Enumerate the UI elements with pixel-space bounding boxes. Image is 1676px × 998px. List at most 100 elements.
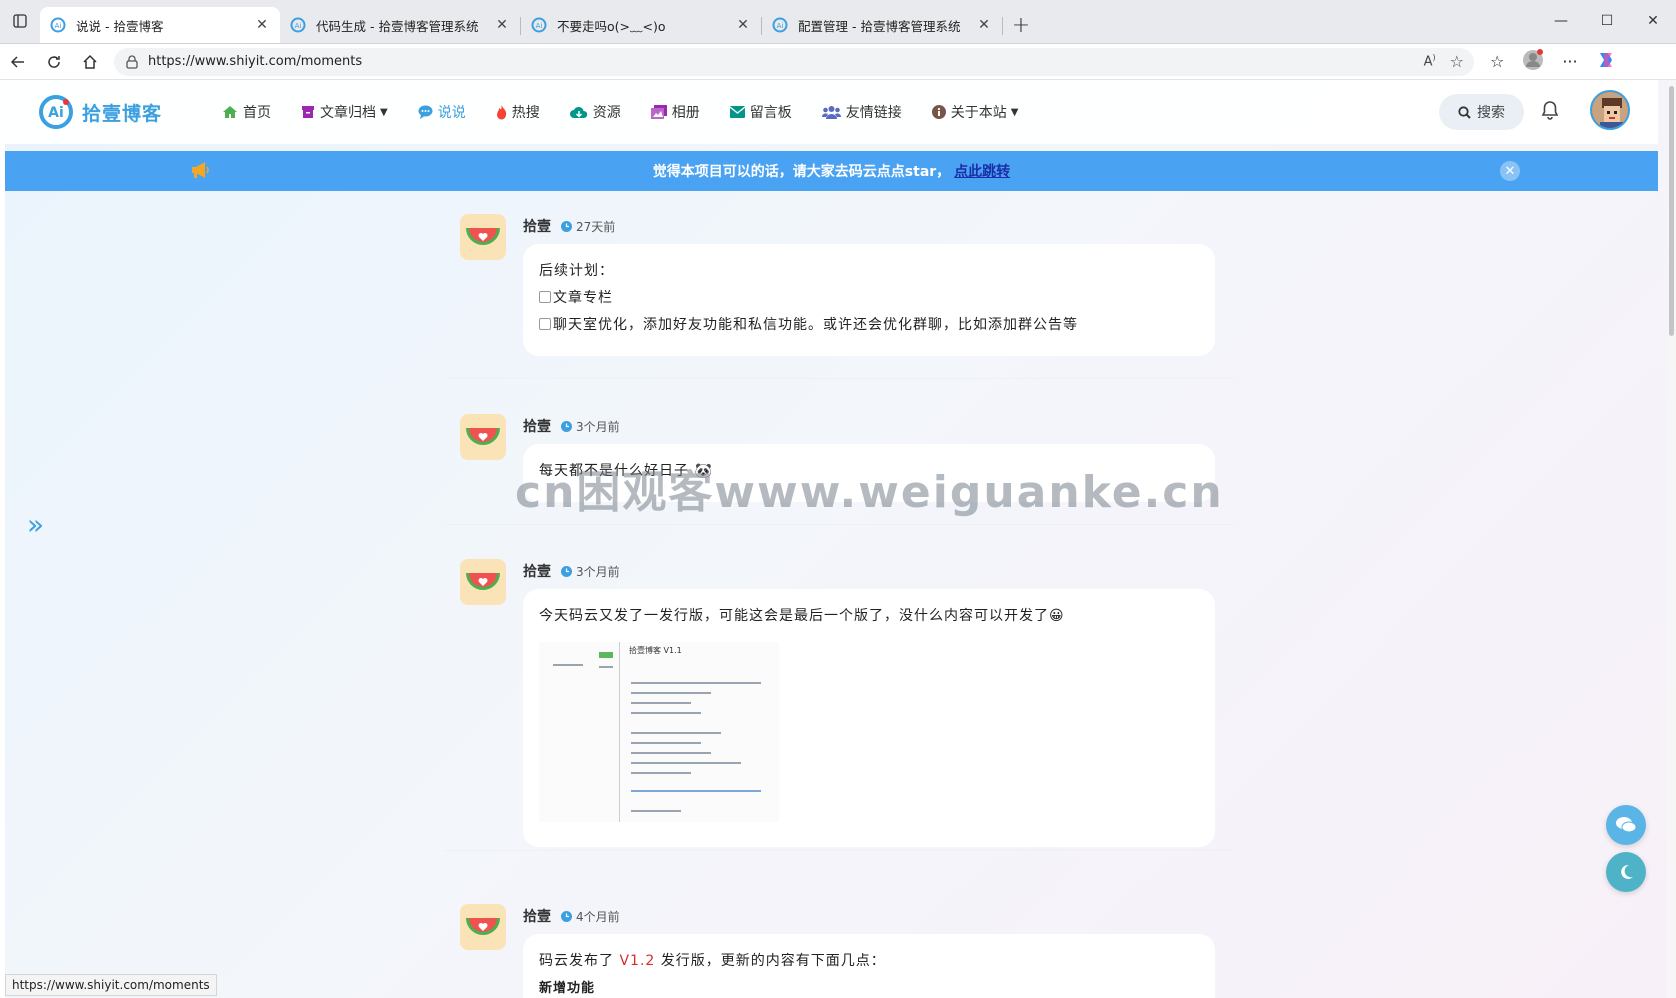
copilot-icon[interactable] xyxy=(1596,50,1616,74)
user-avatar[interactable] xyxy=(1590,90,1630,130)
author-avatar[interactable] xyxy=(460,214,506,260)
browser-tab-404[interactable]: Ai 不要走吗o(>﹏<)o ✕ xyxy=(521,7,761,43)
author-name: 拾壹 xyxy=(523,564,551,580)
nav-item-hot[interactable]: 热搜 xyxy=(496,102,540,122)
site-header: Ai 拾壹博客 首页 文章归档 ▼ 说说 热搜 资源 相册 留言板 友情链接 关… xyxy=(5,80,1658,144)
new-tab-button[interactable]: + xyxy=(1003,7,1039,43)
more-icon[interactable]: ··· xyxy=(1562,52,1577,71)
image-text-line xyxy=(631,712,701,714)
bell-icon[interactable] xyxy=(1541,100,1559,124)
todo-checkbox[interactable] xyxy=(539,291,551,303)
nav-item-resources[interactable]: 资源 xyxy=(569,102,621,122)
nav-item-moments[interactable]: 说说 xyxy=(418,102,466,122)
chevron-down-icon: ▼ xyxy=(1010,106,1019,118)
clock-icon xyxy=(561,420,572,432)
image-text-line xyxy=(631,732,721,734)
tab-label: 不要走吗o(>﹏<)o xyxy=(557,18,666,34)
author-avatar[interactable] xyxy=(460,414,506,460)
svg-text:Ai: Ai xyxy=(536,22,543,30)
reload-icon[interactable] xyxy=(36,44,72,80)
moon-icon xyxy=(1621,864,1633,879)
read-aloud-icon[interactable]: A) xyxy=(1424,53,1436,69)
author-avatar[interactable] xyxy=(460,904,506,950)
close-icon[interactable]: ✕ xyxy=(735,17,751,33)
image-text-line xyxy=(631,682,761,684)
nav-label: 留言板 xyxy=(749,105,792,121)
tab-label: 代码生成 - 拾壹博客管理系统 xyxy=(316,18,479,34)
users-icon xyxy=(821,106,841,119)
logo-text: 拾壹博客 xyxy=(82,102,163,125)
clock-icon xyxy=(561,220,572,232)
envelope-icon xyxy=(729,106,745,118)
minimize-icon[interactable]: — xyxy=(1538,13,1584,29)
time-text: 3个月前 xyxy=(576,419,620,434)
tab-label: 说说 - 拾壹博客 xyxy=(76,18,164,34)
home-browser-icon[interactable] xyxy=(72,44,108,80)
search-icon xyxy=(1458,105,1471,119)
url-text: https://www.shiyit.com/moments xyxy=(148,54,363,69)
todo-checkbox[interactable] xyxy=(539,318,551,330)
todo-item: 聊天室优化，添加好友功能和私信功能。或许还会优化群聊，比如添加群公告等 xyxy=(539,312,1199,339)
maximize-icon[interactable]: ☐ xyxy=(1584,13,1630,29)
chat-room-button[interactable] xyxy=(1606,805,1646,845)
banner-close-icon[interactable]: ✕ xyxy=(1500,161,1520,181)
nav-label: 友情链接 xyxy=(845,105,902,121)
nav-label: 资源 xyxy=(592,105,621,121)
subheading: 新增功能 xyxy=(539,981,596,996)
site-logo[interactable]: Ai 拾壹博客 xyxy=(38,94,218,130)
moment-image[interactable]: 拾壹博客 V1.1 xyxy=(539,642,779,822)
close-icon[interactable]: ✕ xyxy=(494,17,510,33)
image-text-line xyxy=(631,790,761,792)
nav-item-about[interactable]: 关于本站 ▼ xyxy=(931,102,1019,122)
post-time: 4个月前 xyxy=(561,908,620,925)
text-prefix: 码云发布了 xyxy=(539,953,620,969)
nav-item-friends[interactable]: 友情链接 xyxy=(821,102,902,122)
window-close-icon[interactable]: ✕ xyxy=(1630,13,1676,29)
favorite-star-icon[interactable]: ☆ xyxy=(1450,52,1464,71)
nav-label: 首页 xyxy=(243,105,271,121)
favorites-icon[interactable]: ☆ xyxy=(1490,52,1504,71)
nav-item-album[interactable]: 相册 xyxy=(650,102,700,122)
cloud-download-icon xyxy=(569,106,587,118)
page-scrollbar[interactable] xyxy=(1667,80,1676,998)
time-text: 27天前 xyxy=(576,219,616,234)
close-icon[interactable]: ✕ xyxy=(976,17,992,33)
author-name: 拾壹 xyxy=(523,909,551,925)
close-icon[interactable]: ✕ xyxy=(254,17,270,33)
lock-icon xyxy=(126,54,138,69)
moment-text: 后续计划： xyxy=(539,263,614,279)
nav-item-home[interactable]: 首页 xyxy=(222,102,271,122)
version-tag: V1.2 xyxy=(619,953,656,969)
nav-label: 热搜 xyxy=(511,105,540,121)
post-time: 3个月前 xyxy=(561,563,620,580)
search-button[interactable]: 搜索 xyxy=(1439,94,1524,130)
image-text-line xyxy=(631,810,681,812)
browser-tab-codegen[interactable]: Ai 代码生成 - 拾壹博客管理系统 ✕ xyxy=(280,7,520,43)
divider xyxy=(445,378,1235,379)
dark-mode-button[interactable] xyxy=(1606,852,1646,892)
browser-tab-bar: Ai 说说 - 拾壹博客 ✕ Ai 代码生成 - 拾壹博客管理系统 ✕ Ai 不… xyxy=(0,0,1676,44)
nav-label: 文章归档 xyxy=(320,105,376,121)
browser-tab-moments[interactable]: Ai 说说 - 拾壹博客 ✕ xyxy=(40,7,280,43)
author-avatar[interactable] xyxy=(460,559,506,605)
nav-item-archive[interactable]: 文章归档 ▼ xyxy=(301,102,388,122)
watermelon-icon xyxy=(466,573,500,590)
image-tag xyxy=(599,652,613,658)
nav-item-guestbook[interactable]: 留言板 xyxy=(729,102,792,122)
announcement-link[interactable]: 点此跳转 xyxy=(954,161,1010,181)
scrollbar-thumb[interactable] xyxy=(1669,86,1674,336)
tab-actions-icon[interactable] xyxy=(0,0,40,43)
url-field[interactable]: https://www.shiyit.com/moments A) ☆ xyxy=(114,47,1474,76)
image-text-line xyxy=(631,702,691,704)
moment-text: 码云发布了 V1.2 发行版，更新的内容有下面几点： xyxy=(539,948,1199,975)
browser-tab-config[interactable]: Ai 配置管理 - 拾壹博客管理系统 ✕ xyxy=(762,7,1002,43)
todo-item: 文章专栏 xyxy=(539,285,1199,312)
back-icon[interactable] xyxy=(0,44,36,80)
sidebar-toggle-icon[interactable]: » xyxy=(27,508,44,541)
profile-icon[interactable] xyxy=(1522,48,1544,75)
nav-label: 说说 xyxy=(437,105,466,121)
browser-address-bar: https://www.shiyit.com/moments A) ☆ ☆ ··… xyxy=(0,44,1676,80)
site-favicon-icon: Ai xyxy=(531,17,547,33)
image-text-line xyxy=(553,664,583,666)
svg-text:Ai: Ai xyxy=(777,22,784,30)
